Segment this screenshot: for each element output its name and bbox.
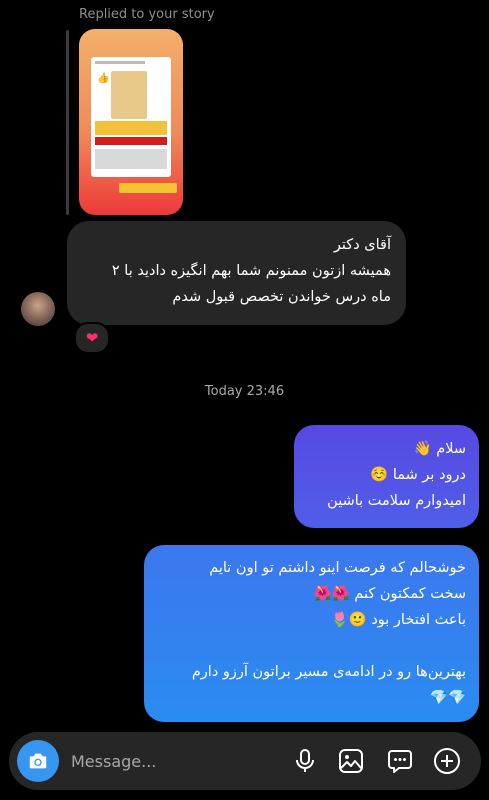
- message-line-blank: [154, 633, 466, 659]
- sender-avatar[interactable]: [21, 292, 55, 326]
- message-line: خوشحالم که فرصت اینو داشتم تو اون تایم: [209, 560, 466, 576]
- story-grey-block: [95, 149, 167, 169]
- add-icon: [434, 748, 460, 774]
- camera-button[interactable]: [17, 740, 59, 782]
- gallery-button[interactable]: [337, 747, 365, 775]
- microphone-icon: [296, 749, 314, 772]
- sticker-icon: [388, 750, 412, 773]
- message-input[interactable]: [71, 748, 261, 774]
- message-line: ماه درس خواندن تخصص قبول شدم: [172, 289, 391, 305]
- message-line: همیشه ازتون ممنونم شما بهم انگیزه دادید …: [111, 263, 391, 279]
- gallery-icon: [339, 749, 363, 773]
- outgoing-message-bubble[interactable]: خوشحالم که فرصت اینو داشتم تو اون تایم س…: [144, 545, 479, 722]
- story-red-strip: [95, 137, 167, 145]
- message-line: درود بر شما ☺️: [370, 467, 466, 483]
- message-line: بهترین‌ها رو در ادامه‌ی مسیر براتون آرزو…: [191, 664, 466, 680]
- heart-reaction[interactable]: ❤: [74, 322, 110, 354]
- story-thumbnail[interactable]: 👍: [79, 29, 183, 215]
- message-line: آقای دکتر: [333, 237, 391, 253]
- story-yellow-button: [119, 183, 177, 193]
- message-line: سخت کمکتون کنم 🌺🌺: [313, 586, 466, 602]
- more-options-button[interactable]: [433, 747, 461, 775]
- thumbs-up-icon: 👍: [97, 73, 110, 84]
- story-photo: [111, 71, 147, 119]
- incoming-message-bubble[interactable]: آقای دکتر همیشه ازتون ممنونم شما بهم انگ…: [67, 221, 406, 325]
- message-timestamp: Today 23:46: [204, 384, 285, 399]
- voice-message-button[interactable]: [291, 747, 319, 775]
- message-line: سلام 👋: [413, 441, 466, 457]
- outgoing-message-bubble[interactable]: سلام 👋 درود بر شما ☺️ امیدوارم سلامت باش…: [294, 425, 479, 528]
- message-composer: [9, 732, 481, 790]
- message-line: باعث افتخار بود 🙂🌷: [330, 612, 466, 628]
- quote-bar: [66, 30, 69, 215]
- story-yellow-banner: [95, 121, 167, 135]
- sticker-button[interactable]: [386, 747, 414, 775]
- story-card: 👍: [91, 57, 171, 177]
- message-line: امیدوارم سلامت باشین: [327, 493, 466, 509]
- story-card-header: [95, 61, 145, 64]
- replied-to-story-label: Replied to your story: [79, 7, 215, 22]
- camera-icon: [29, 753, 47, 769]
- message-line: 💎💎: [429, 690, 466, 706]
